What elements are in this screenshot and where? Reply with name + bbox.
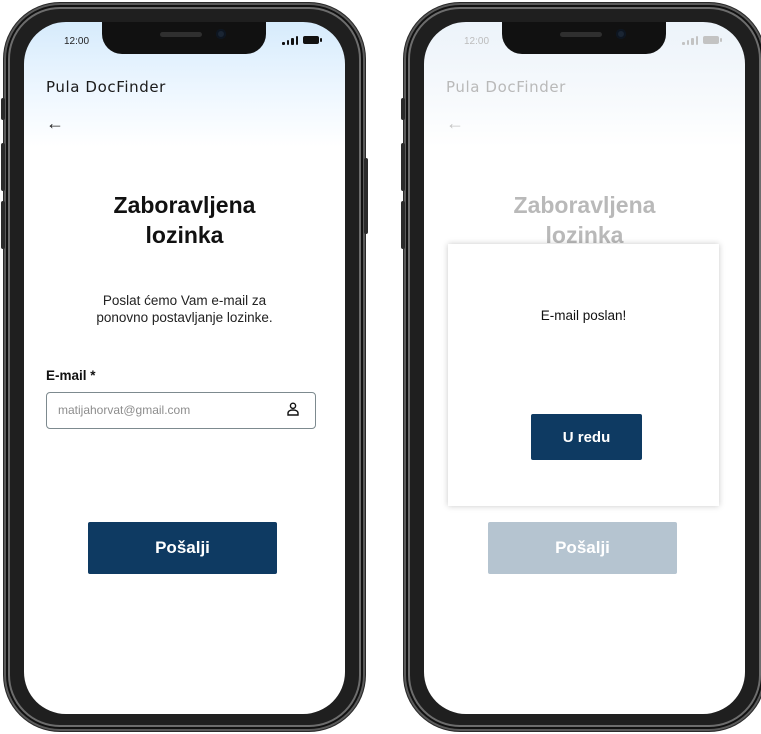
- front-camera: [616, 29, 626, 39]
- submit-button[interactable]: Pošalji: [88, 522, 277, 574]
- email-field[interactable]: [47, 393, 278, 426]
- battery-icon: [303, 36, 322, 44]
- volume-up-button: [401, 143, 405, 191]
- volume-up-button: [1, 143, 5, 191]
- ok-button[interactable]: U redu: [531, 414, 642, 460]
- back-arrow-icon: ←: [446, 113, 464, 133]
- page-description: Poslat ćemo Vam e-mail za ponovno postav…: [24, 292, 345, 326]
- page-title-line-1: Zaboravljena: [113, 192, 256, 218]
- signal-bars-icon: [282, 35, 298, 45]
- email-field-container: [46, 392, 316, 429]
- screen-forgot-password: 12:00 Pula DocFinder ← Zaboravljena lozi…: [24, 22, 345, 714]
- status-icons: [282, 35, 322, 45]
- volume-down-button: [401, 201, 405, 249]
- page-title-line-1: Zaboravljena: [513, 192, 656, 218]
- mute-switch: [401, 98, 405, 120]
- page-description-line-1: Poslat ćemo Vam e-mail za: [102, 293, 267, 308]
- notch: [102, 22, 266, 54]
- dialog-message: E-mail poslan!: [540, 308, 627, 323]
- page-title: Zaboravljena lozinka: [424, 190, 745, 250]
- screen-email-sent: 12:00 Pula DocFinder ← Zaboravljena lozi…: [424, 22, 745, 714]
- signal-bars-icon: [682, 35, 698, 45]
- power-button: [364, 158, 368, 234]
- volume-down-button: [1, 201, 5, 249]
- submit-button-disabled: Pošalji: [488, 522, 677, 574]
- page-description-line-2: ponovno postavljanje lozinke.: [96, 310, 273, 325]
- page-title-line-2: lozinka: [145, 222, 224, 248]
- email-label: E-mail *: [46, 368, 96, 383]
- phone-frame-left: 12:00 Pula DocFinder ← Zaboravljena lozi…: [1, 3, 368, 731]
- speaker: [560, 32, 602, 37]
- front-camera: [216, 29, 226, 39]
- status-icons: [682, 35, 722, 45]
- status-time: 12:00: [64, 36, 90, 47]
- status-time: 12:00: [464, 36, 490, 47]
- back-arrow-icon[interactable]: ←: [46, 114, 64, 132]
- confirmation-dialog: E-mail poslan! U redu: [448, 244, 719, 506]
- phone-frame-right: 12:00 Pula DocFinder ← Zaboravljena lozi…: [401, 3, 761, 731]
- mute-switch: [1, 98, 5, 120]
- app-brand: Pula DocFinder: [46, 78, 166, 96]
- page-title: Zaboravljena lozinka: [24, 190, 345, 250]
- user-icon: [287, 402, 299, 416]
- battery-icon: [703, 36, 722, 44]
- app-brand: Pula DocFinder: [446, 78, 566, 96]
- notch: [502, 22, 666, 54]
- speaker: [160, 32, 202, 37]
